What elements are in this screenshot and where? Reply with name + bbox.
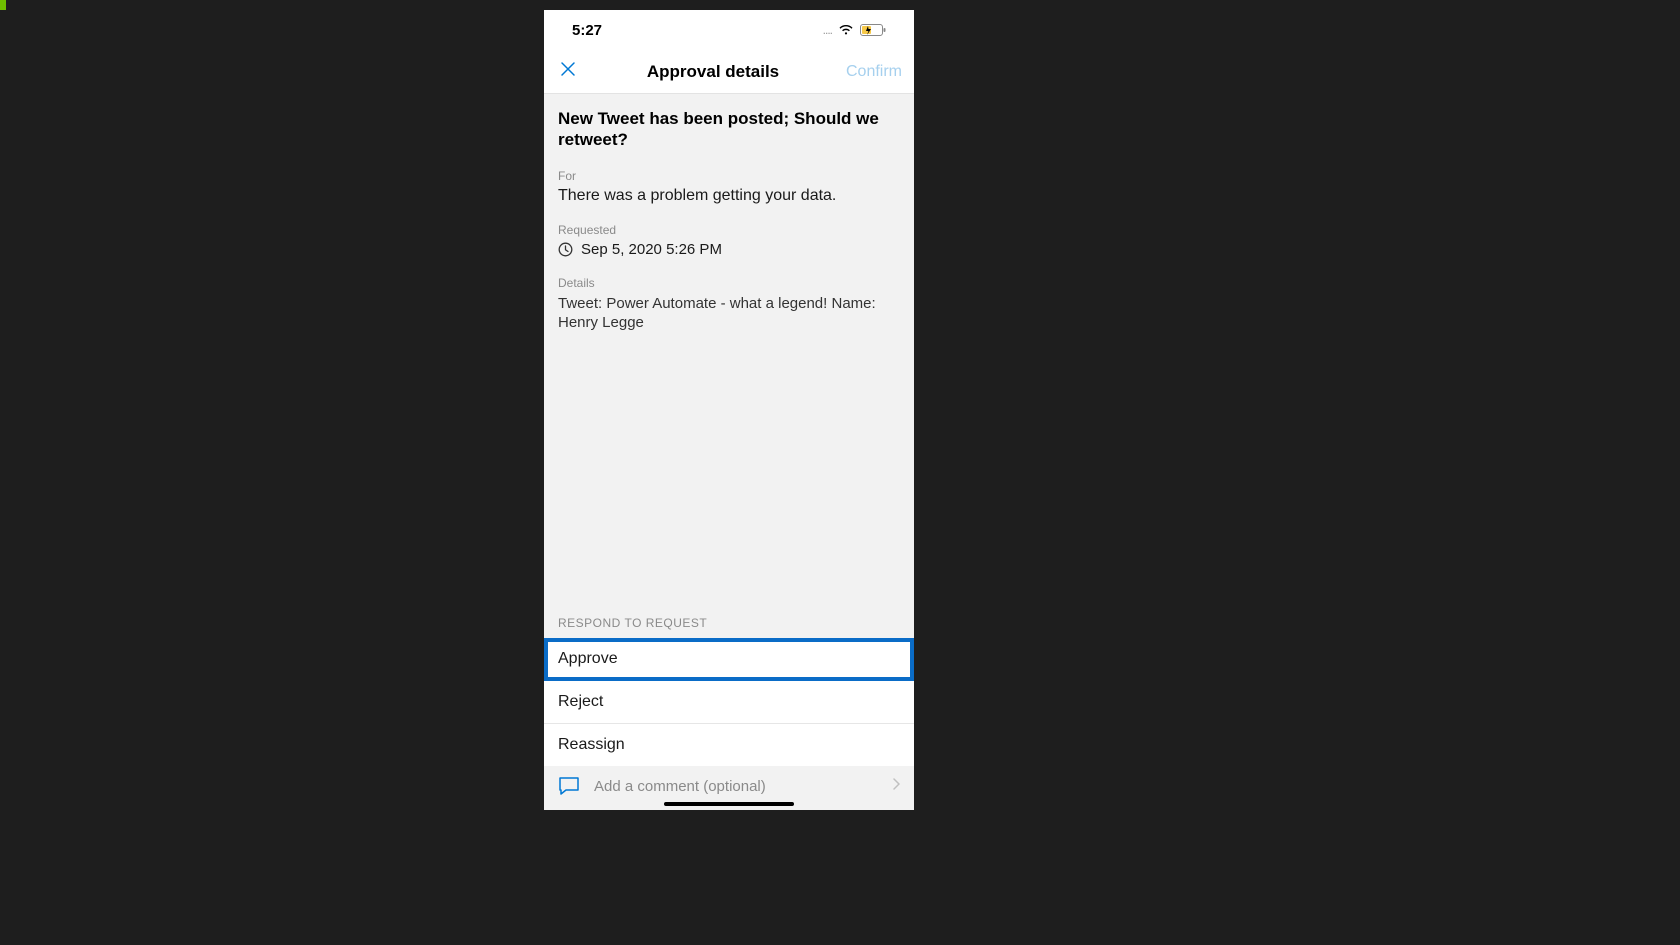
status-time: 5:27 — [572, 22, 602, 39]
close-icon[interactable] — [556, 61, 580, 82]
battery-icon — [860, 24, 886, 37]
nav-bar: Approval details Confirm — [544, 50, 914, 94]
content-area: New Tweet has been posted; Should we ret… — [544, 94, 914, 616]
details-label: Details — [558, 276, 900, 290]
respond-options: Approve Reject Reassign — [544, 638, 914, 766]
chevron-right-icon — [892, 777, 900, 795]
respond-label: RESPOND TO REQUEST — [544, 616, 914, 630]
comment-placeholder: Add a comment (optional) — [594, 778, 878, 795]
comment-icon — [558, 776, 580, 796]
details-value: Tweet: Power Automate - what a legend! N… — [558, 294, 900, 333]
wifi-icon — [838, 24, 854, 36]
approve-option[interactable]: Approve — [544, 638, 914, 681]
requested-row: Sep 5, 2020 5:26 PM — [558, 241, 900, 258]
page-title: Approval details — [647, 62, 779, 82]
home-indicator — [664, 802, 794, 806]
green-corner-tab — [0, 0, 6, 10]
approval-title: New Tweet has been posted; Should we ret… — [558, 108, 900, 151]
clock-icon — [558, 242, 573, 257]
status-right: .... — [823, 23, 886, 37]
requested-value: Sep 5, 2020 5:26 PM — [581, 241, 722, 258]
reject-option[interactable]: Reject — [544, 681, 914, 724]
comment-area[interactable]: Add a comment (optional) — [544, 766, 914, 802]
phone-frame: 5:27 .... Approval details Confir — [544, 10, 914, 810]
confirm-button[interactable]: Confirm — [846, 63, 902, 81]
for-label: For — [558, 169, 900, 183]
requested-label: Requested — [558, 223, 900, 237]
reassign-option[interactable]: Reassign — [544, 724, 914, 766]
signal-dots-icon: .... — [823, 23, 832, 37]
for-value: There was a problem getting your data. — [558, 187, 900, 205]
status-bar: 5:27 .... — [544, 10, 914, 50]
